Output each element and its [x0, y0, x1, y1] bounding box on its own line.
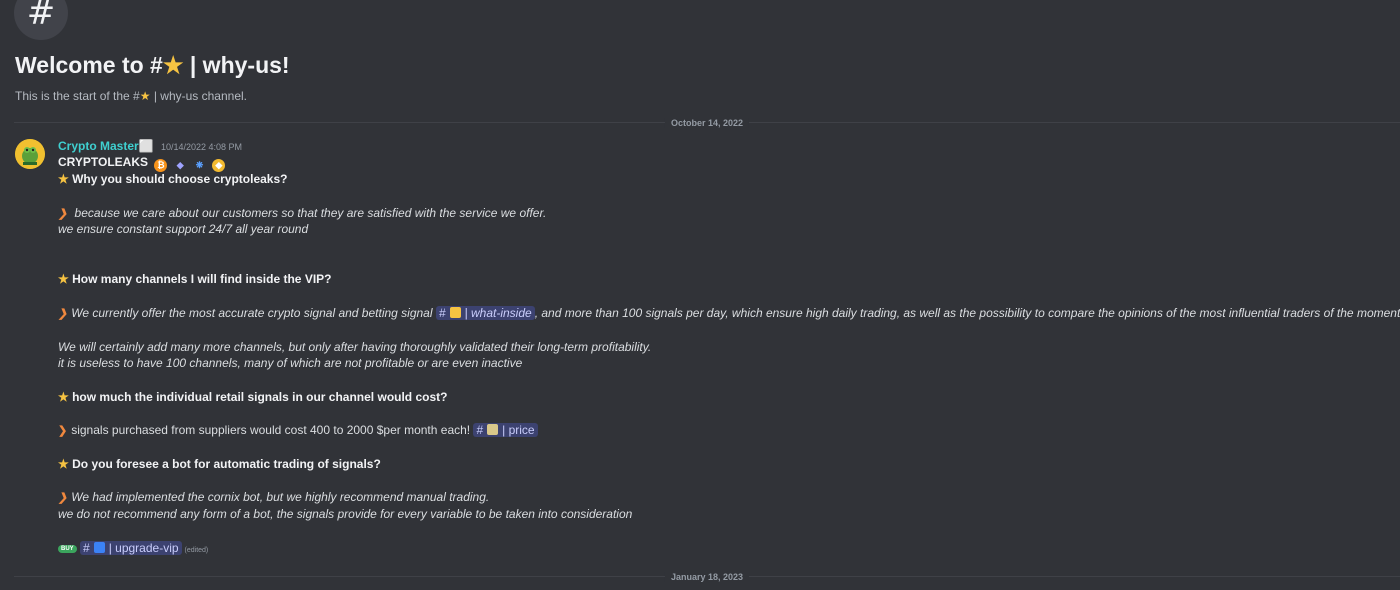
- date-divider-label: January 18, 2023: [664, 572, 750, 582]
- arrow-icon: ❯: [58, 208, 68, 220]
- bitcoin-icon: ₿: [154, 159, 168, 172]
- answer-4-line-2: we do not recommend any form of a bot, t…: [58, 507, 633, 521]
- channel-welcome-title: Welcome to #★ | why-us!: [15, 52, 290, 78]
- star-icon: ★: [58, 272, 69, 286]
- star-icon: ★: [58, 390, 69, 404]
- lock-icon: [449, 307, 461, 318]
- date-divider: October 14, 2022: [14, 118, 1400, 128]
- star-icon: ★: [162, 52, 184, 78]
- channel-mention-price[interactable]: # | price: [473, 423, 538, 437]
- avatar[interactable]: [15, 139, 45, 169]
- question-2: ★ How many channels I will find inside t…: [58, 272, 332, 286]
- chart-icon: [93, 542, 105, 553]
- question-3: ★ how much the individual retail signals…: [58, 390, 448, 404]
- question-1: ★ Why you should choose cryptoleaks?: [58, 172, 288, 186]
- channel-hash-icon: #: [14, 0, 68, 40]
- answer-2-line-3: it is useless to have 100 channels, many…: [58, 356, 523, 370]
- message-header: Crypto Master⬜ 10/14/2022 4:08 PM: [58, 139, 242, 153]
- cardano-icon: ❋: [195, 160, 204, 170]
- channel-mention-upgrade-vip[interactable]: # | upgrade-vip: [80, 541, 182, 555]
- answer-1-line-2: we ensure constant support 24/7 all year…: [58, 222, 309, 236]
- answer-2-line-2: We will certainly add many more channels…: [58, 340, 652, 354]
- message-title: CRYPTOLEAKS: [58, 155, 149, 169]
- message-timestamp[interactable]: 10/14/2022 4:08 PM: [161, 142, 242, 152]
- date-divider: January 18, 2023: [14, 572, 1400, 582]
- question-4: ★ Do you foresee a bot for automatic tra…: [58, 457, 381, 471]
- answer-1-line-1: ❯ because we care about our customers so…: [58, 206, 547, 220]
- message-author[interactable]: Crypto Master⬜: [58, 139, 154, 153]
- star-icon: ★: [58, 457, 69, 471]
- final-line: BUY # | upgrade-vip (edited): [58, 541, 208, 555]
- arrow-icon: ❯: [58, 308, 68, 320]
- date-divider-label: October 14, 2022: [664, 118, 750, 128]
- channel-start-text: This is the start of the #★ | why-us cha…: [15, 89, 247, 103]
- buy-badge-icon: BUY: [58, 545, 77, 553]
- star-icon: ★: [139, 89, 151, 103]
- channel-mention-what-inside[interactable]: # | what-inside: [435, 306, 535, 320]
- binance-icon: ◆: [212, 159, 226, 172]
- money-hand-icon: [487, 424, 499, 435]
- answer-3: ❯ signals purchased from suppliers would …: [58, 423, 538, 437]
- arrow-icon: ❯: [58, 492, 68, 504]
- message-title-line: CRYPTOLEAKS ₿ ◆ ❋ ◆: [58, 155, 226, 172]
- ethereum-icon: ◆: [176, 160, 184, 170]
- edited-label: (edited): [184, 547, 209, 554]
- answer-4-line-1: ❯ We had implemented the cornix bot, but …: [58, 490, 490, 504]
- answer-2-line-1: ❯ We currently offer the most accurate cr…: [58, 306, 1400, 320]
- arrow-icon: ❯: [58, 425, 68, 437]
- star-icon: ★: [58, 172, 69, 186]
